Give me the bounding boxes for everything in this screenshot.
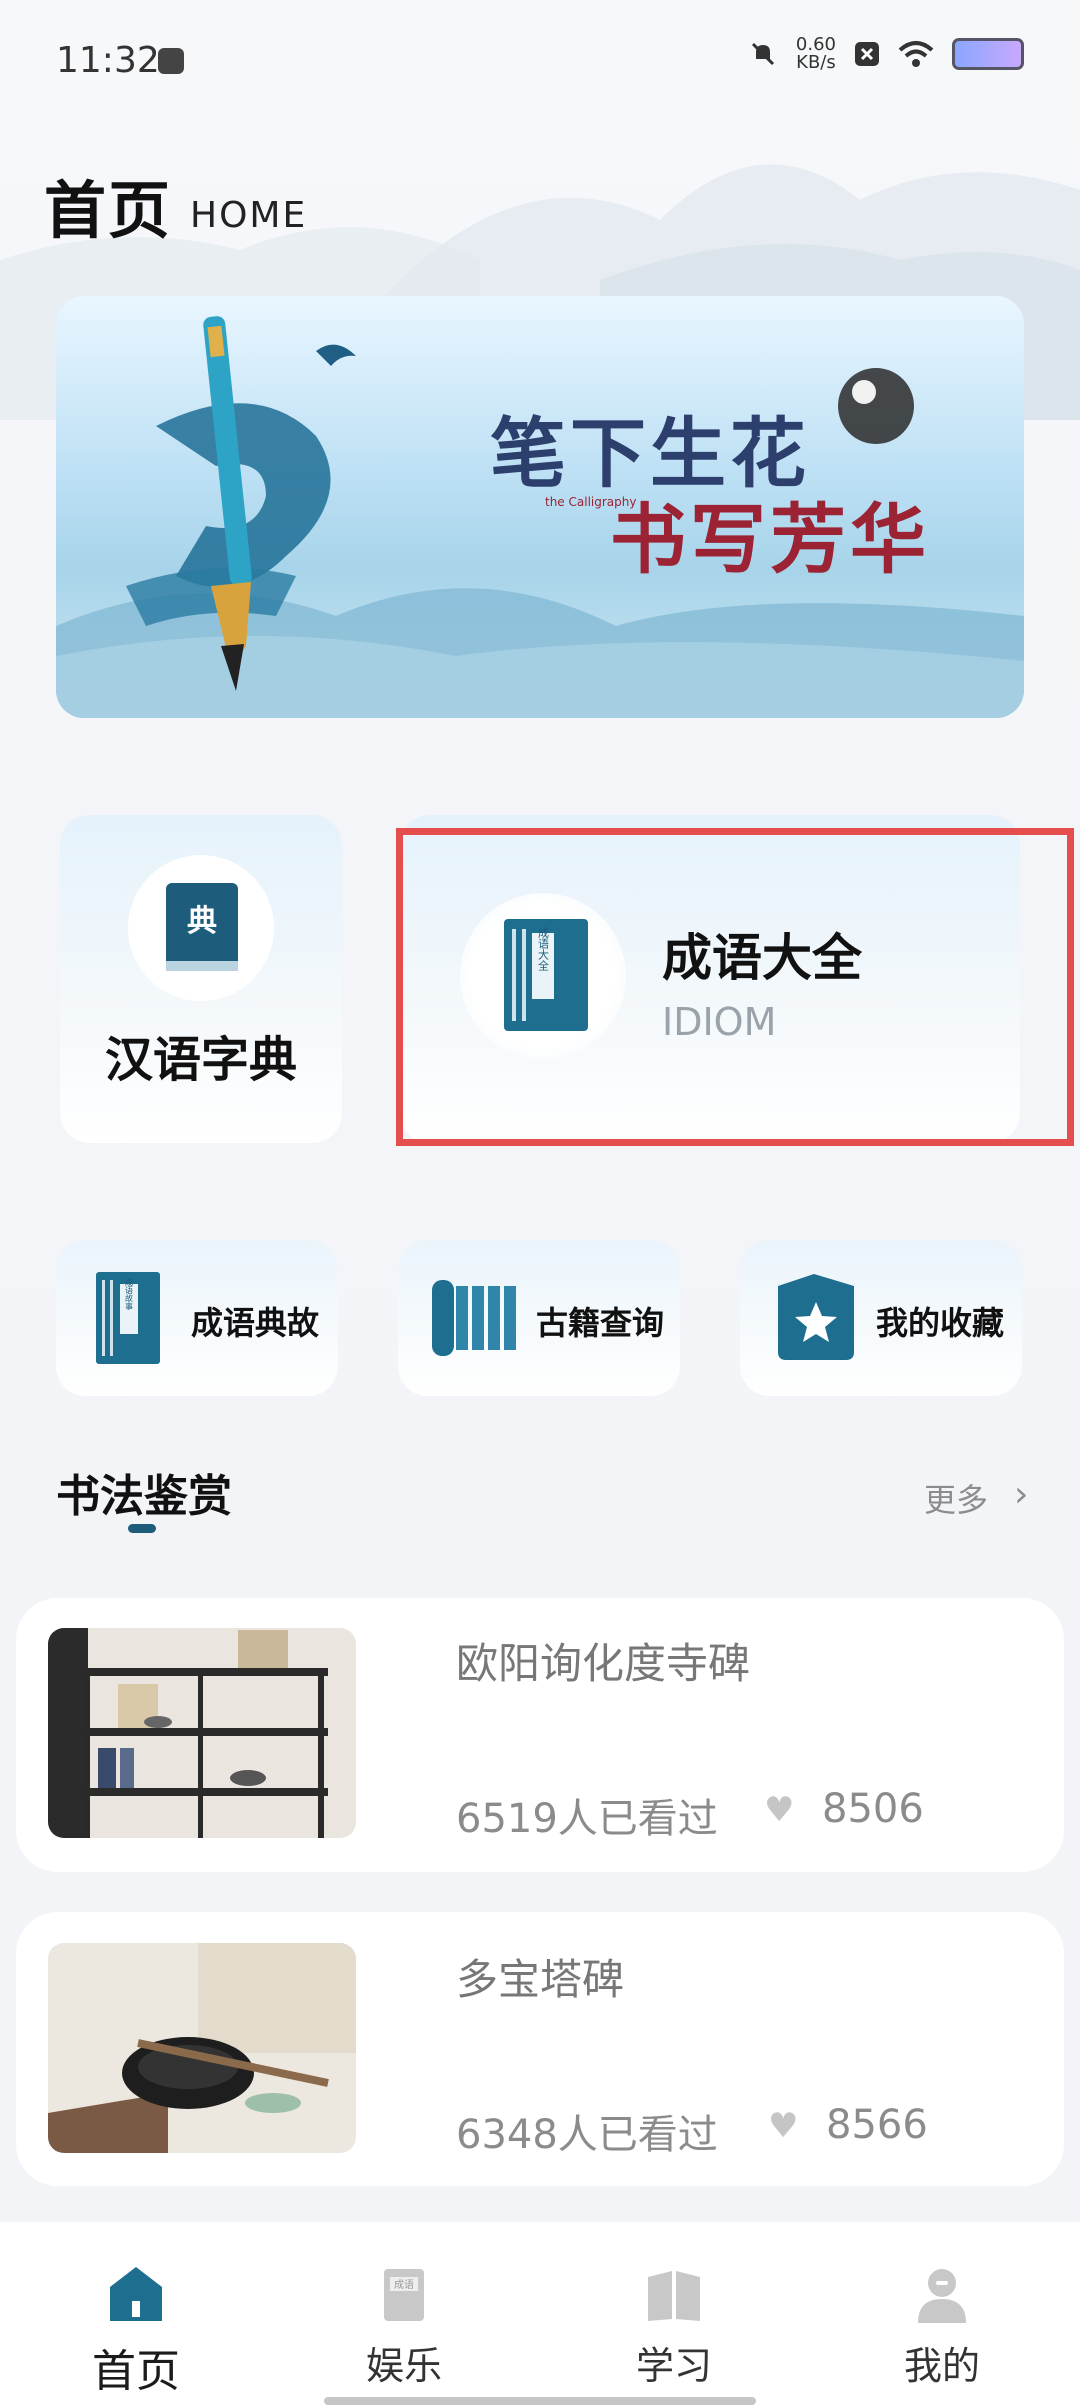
nav-entertainment[interactable]: 成语 娱乐 (314, 2265, 494, 2390)
item-views: 6348人已看过 (456, 2112, 718, 2158)
item-likes: 8566 (826, 2102, 928, 2148)
open-book-icon (648, 2271, 700, 2321)
speed-unit: KB/s (796, 52, 836, 73)
story-book-icon: 成语故事 (96, 1272, 160, 1364)
dictionary-book-icon: 典 (166, 883, 238, 971)
heart-icon[interactable]: ♥ (764, 1790, 794, 1830)
item-title: 多宝塔碑 (456, 1955, 625, 2004)
banner-subheadline: 书写芳华 (610, 495, 930, 584)
selection-highlight (396, 828, 1074, 1146)
item-thumbnail (48, 1943, 356, 2153)
status-time: 11:32 (56, 40, 160, 81)
idiom-story-card[interactable]: 成语故事 成语典故 (56, 1240, 338, 1396)
page-title: 首页 (44, 174, 173, 247)
item-likes: 8506 (822, 1786, 924, 1832)
network-speed: 0.60 KB/s (796, 36, 836, 72)
status-icons: 0.60 KB/s (748, 36, 1024, 72)
nav-entertainment-label: 娱乐 (365, 2344, 442, 2388)
ancient-books-card[interactable]: 古籍查询 (398, 1240, 680, 1396)
item-thumbnail (48, 1628, 356, 1838)
battery-icon (952, 38, 1024, 70)
nav-study[interactable]: 学习 (584, 2265, 764, 2390)
nav-home-label: 首页 (92, 2346, 180, 2397)
nav-book-text: 成语 (394, 2279, 414, 2291)
star-folder-icon (778, 1274, 854, 1360)
dictionary-icon-bg: 典 (128, 855, 274, 1001)
home-icon (110, 2267, 162, 2321)
chevron-right-icon[interactable]: › (1014, 1474, 1028, 1515)
nav-profile[interactable]: 我的 (852, 2265, 1032, 2390)
home-indicator[interactable] (324, 2397, 756, 2405)
nav-profile-label: 我的 (903, 2344, 980, 2388)
wifi-icon (898, 41, 934, 67)
item-title: 欧阳询化度寺碑 (456, 1639, 751, 1688)
notification-icon (158, 48, 184, 74)
scroll-icon (432, 1280, 516, 1356)
more-link[interactable]: 更多 (924, 1475, 988, 1521)
book-icon: 成语 (384, 2269, 424, 2321)
story-icon-text: 成语故事 (125, 1277, 134, 1310)
inkstone-image (48, 1943, 356, 2153)
item-views: 6519人已看过 (456, 1796, 718, 1842)
close-box-icon (855, 42, 879, 66)
favorites-card[interactable]: 我的收藏 (740, 1240, 1022, 1396)
section-title: 书法鉴赏 (56, 1471, 232, 1522)
nav-home[interactable]: 首页 (46, 2265, 226, 2399)
bookshelf-image (48, 1628, 356, 1838)
mute-bell-icon (751, 42, 774, 66)
idiom-story-label: 成语典故 (191, 1304, 320, 1342)
heart-icon[interactable]: ♥ (768, 2106, 798, 2146)
dictionary-label: 汉语字典 (104, 1032, 297, 1088)
dictionary-icon-char: 典 (187, 904, 217, 939)
nav-study-label: 学习 (635, 2344, 712, 2388)
page-subtitle: HOME (190, 195, 308, 236)
ancient-books-label: 古籍查询 (536, 1304, 665, 1342)
user-icon (918, 2269, 966, 2323)
favorites-label: 我的收藏 (876, 1304, 1005, 1342)
section-title-underline (128, 1524, 156, 1533)
